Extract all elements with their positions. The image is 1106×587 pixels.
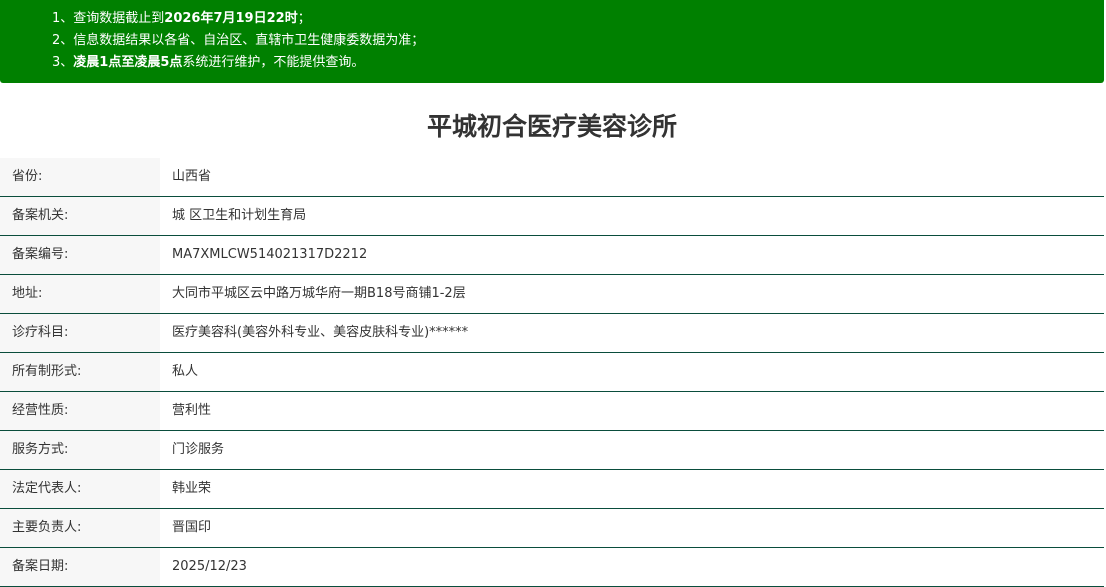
notice-line-1-suffix: ； <box>297 11 311 26</box>
info-label: 法定代表人: <box>0 470 160 508</box>
info-value: 大同市平城区云中路万城华府一期B18号商铺1-2层 <box>172 286 466 301</box>
info-row-province: 省份: 山西省 <box>0 158 1104 197</box>
info-row-principal: 主要负责人: 晋国印 <box>0 509 1104 548</box>
info-value: MA7XMLCW514021317D2212 <box>172 247 368 262</box>
info-row-departments: 诊疗科目: 医疗美容科(美容外科专业、美容皮肤科专业)****** <box>0 314 1104 353</box>
info-label: 主要负责人: <box>0 509 160 547</box>
info-label: 所有制形式: <box>0 353 160 391</box>
info-row-authority: 备案机关: 城 区卫生和计划生育局 <box>0 197 1104 236</box>
info-row-legal-representative: 法定代表人: 韩业荣 <box>0 470 1104 509</box>
info-value: 2025/12/23 <box>172 559 247 574</box>
info-value: 营利性 <box>172 403 212 418</box>
info-value: 城 区卫生和计划生育局 <box>172 208 307 223</box>
info-label: 备案日期: <box>0 548 160 586</box>
notice-line-3: 3、凌晨1点至凌晨5点系统进行维护，不能提供查询。 <box>52 52 1104 74</box>
info-label: 经营性质: <box>0 392 160 430</box>
notice-line-1: 1、查询数据截止到2026年7月19日22时； <box>52 8 1104 30</box>
notice-line-1-date: 2026年7月19日22时 <box>164 11 298 26</box>
info-value: 晋国印 <box>172 520 212 535</box>
info-row-record-date: 备案日期: 2025/12/23 <box>0 548 1104 587</box>
notice-line-3-prefix: 3、 <box>52 55 74 70</box>
info-table: 省份: 山西省 备案机关: 城 区卫生和计划生育局 备案编号: MA7XMLCW… <box>0 158 1104 587</box>
info-row-business-nature: 经营性质: 营利性 <box>0 392 1104 431</box>
info-row-service-mode: 服务方式: 门诊服务 <box>0 431 1104 470</box>
notice-line-2: 2、信息数据结果以各省、自治区、直辖市卫生健康委数据为准； <box>52 33 425 48</box>
info-row-record-number: 备案编号: MA7XMLCW514021317D2212 <box>0 236 1104 275</box>
notice-line-3-suffix: 系统进行维护，不能提供查询。 <box>182 55 365 70</box>
info-row-ownership: 所有制形式: 私人 <box>0 353 1104 392</box>
info-value: 山西省 <box>172 169 212 184</box>
info-label: 备案编号: <box>0 236 160 274</box>
info-value: 私人 <box>172 364 199 379</box>
info-label: 地址: <box>0 275 160 313</box>
info-label: 服务方式: <box>0 431 160 469</box>
notice-line-3-time: 凌晨1点至凌晨5点 <box>73 55 183 70</box>
page-title: 平城初合医疗美容诊所 <box>426 112 677 141</box>
info-label: 备案机关: <box>0 197 160 235</box>
info-row-address: 地址: 大同市平城区云中路万城华府一期B18号商铺1-2层 <box>0 275 1104 314</box>
info-label: 诊疗科目: <box>0 314 160 352</box>
info-value: 韩业荣 <box>172 481 212 496</box>
info-value: 门诊服务 <box>172 442 225 457</box>
notice-banner: 1、查询数据截止到2026年7月19日22时； 2、信息数据结果以各省、自治区、… <box>0 0 1104 83</box>
notice-line-1-prefix: 1、查询数据截止到 <box>52 11 165 26</box>
info-label: 省份: <box>0 158 160 196</box>
info-value: 医疗美容科(美容外科专业、美容皮肤科专业)****** <box>172 325 469 340</box>
